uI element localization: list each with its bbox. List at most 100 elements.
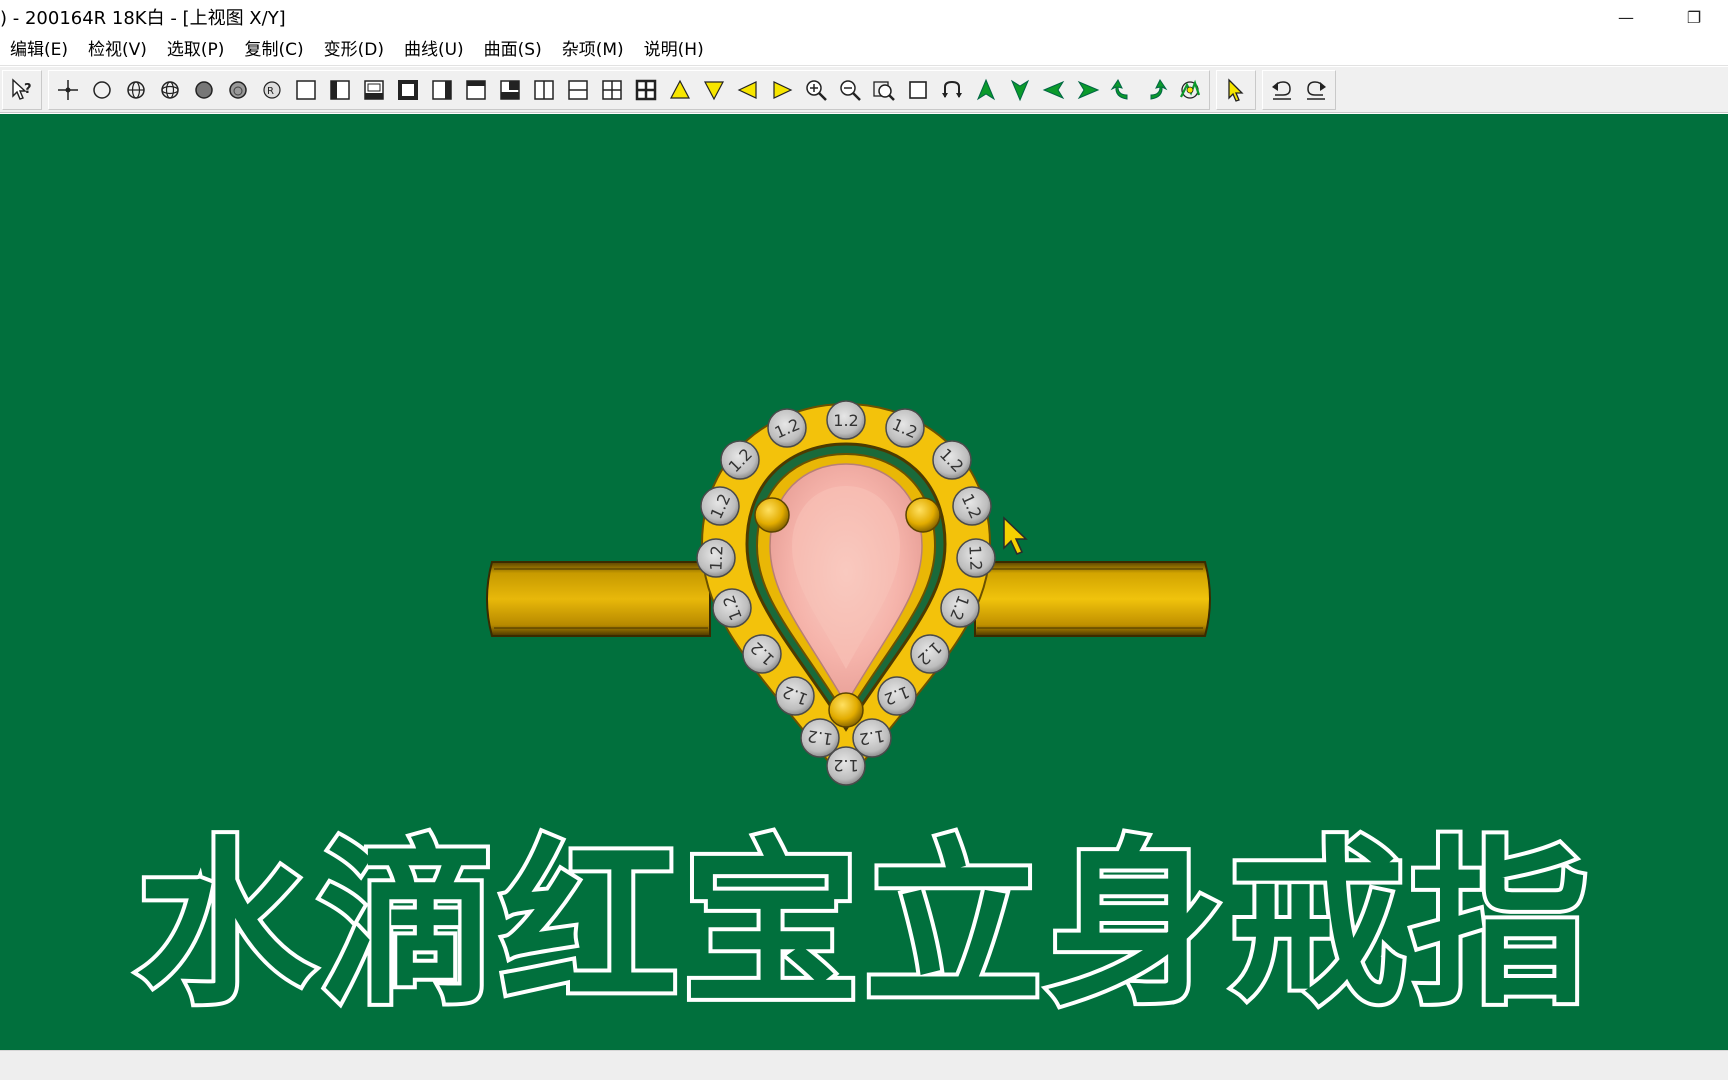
zoom-window-icon <box>873 80 895 101</box>
view-left-panel-icon <box>330 79 350 100</box>
sphere-wire-button[interactable] <box>119 72 153 108</box>
pan-button[interactable] <box>935 72 969 108</box>
rotate-ccw-icon <box>1110 78 1128 100</box>
view-left-panel-button[interactable] <box>323 72 357 108</box>
select-pointer-button[interactable] <box>1219 72 1253 108</box>
menu-surface[interactable]: 曲面(S) <box>474 35 552 65</box>
view-top-bar-button[interactable] <box>459 72 493 108</box>
rotate-ccw-button[interactable] <box>1105 72 1139 108</box>
menu-view[interactable]: 检视(V) <box>78 35 157 65</box>
rotate-right-button[interactable] <box>1071 72 1105 108</box>
view-bold-frame-icon <box>398 79 418 100</box>
zoom-out-button[interactable] <box>833 72 867 108</box>
halo-diamond: 1.2 <box>800 718 840 758</box>
view-reset-button[interactable] <box>1173 72 1207 108</box>
video-caption: 水滴红宝立身戒指 <box>0 794 1728 1032</box>
single-view-button[interactable] <box>289 72 323 108</box>
point-icon <box>58 79 78 100</box>
sphere-solid-button[interactable] <box>187 72 221 108</box>
view-bottom-panel-button[interactable] <box>357 72 391 108</box>
top-view-viewport[interactable]: 1.2 1.2 1.2 1.2 1.2 1.2 1.2 1.2 1.2 1.2 1.2 1.2 1.2 1… <box>0 114 1728 1050</box>
view-bottom-bar-icon <box>500 79 520 100</box>
diamond-size-label: 1.2 <box>965 545 985 571</box>
toolbar: ? R <box>0 67 1728 113</box>
sphere-grid-button[interactable] <box>153 72 187 108</box>
arrow-down-button[interactable] <box>697 72 731 108</box>
menu-curve[interactable]: 曲线(U) <box>394 35 474 65</box>
view-bottom-bar-button[interactable] <box>493 72 527 108</box>
zoom-box-button[interactable] <box>901 72 935 108</box>
restore-icon: ❐ <box>1686 7 1702 27</box>
menu-edit[interactable]: 编辑(E) <box>0 35 78 65</box>
menu-select[interactable]: 选取(P) <box>157 35 235 65</box>
halo-diamond: 1.2 <box>877 676 917 716</box>
caption-text: 水滴红宝立身戒指 <box>132 817 1592 1032</box>
prong-bottom <box>828 692 864 728</box>
undo-button[interactable] <box>1265 72 1299 108</box>
redo-button[interactable] <box>1299 72 1333 108</box>
single-view-icon <box>296 79 316 100</box>
restore-button[interactable]: ❐ <box>1660 0 1728 34</box>
zoom-in-button[interactable] <box>799 72 833 108</box>
view-top-bar-icon <box>466 79 486 100</box>
arrow-left-button[interactable] <box>731 72 765 108</box>
help-arrow-icon: ? <box>12 77 32 100</box>
arrow-down-icon <box>704 80 724 100</box>
halo-diamond: 1.2 <box>767 408 807 448</box>
diamond-size-label: 1.2 <box>806 726 834 749</box>
sphere-render-button[interactable]: R <box>255 72 289 108</box>
rotate-cw-button[interactable] <box>1139 72 1173 108</box>
sphere-shaded-button[interactable] <box>221 72 255 108</box>
menu-copy[interactable]: 复制(C) <box>234 35 313 65</box>
toolbar-group-display: R <box>48 69 1210 110</box>
arrow-left-icon <box>737 80 757 99</box>
view-right-panel-button[interactable] <box>425 72 459 108</box>
redo-icon <box>1307 80 1326 100</box>
split-vertical-button[interactable] <box>527 72 561 108</box>
split-four-bold-button[interactable] <box>629 72 663 108</box>
halo-diamond: 1.2 <box>940 588 980 628</box>
rotate-left-icon <box>1042 80 1065 99</box>
halo-diamond: 1.2 <box>932 440 972 480</box>
prong-right <box>905 497 941 533</box>
mouse-cursor-icon <box>1003 516 1028 555</box>
halo-diamond: 1.2 <box>826 400 866 440</box>
split-four-button[interactable] <box>595 72 629 108</box>
zoom-window-button[interactable] <box>867 72 901 108</box>
view-bold-frame-button[interactable] <box>391 72 425 108</box>
diamond-size-label: 1.2 <box>858 726 886 749</box>
circle-button[interactable] <box>85 72 119 108</box>
halo-diamond: 1.2 <box>700 486 740 526</box>
pan-icon <box>942 80 962 98</box>
halo-diamond: 1.2 <box>910 634 950 674</box>
window-controls: — ❐ <box>1592 0 1728 34</box>
help-arrow-button[interactable]: ? <box>5 72 39 108</box>
rotate-cw-icon <box>1150 78 1168 100</box>
menu-misc[interactable]: 杂项(M) <box>552 35 634 65</box>
arrow-up-button[interactable] <box>663 72 697 108</box>
halo-diamond: 1.2 <box>712 588 752 628</box>
halo-diamond: 1.2 <box>720 440 760 480</box>
halo-diamond: 1.2 <box>696 538 736 578</box>
sphere-shaded-icon <box>229 80 247 99</box>
menu-help[interactable]: 说明(H) <box>634 35 714 65</box>
toolbar-group-select <box>1216 69 1256 110</box>
title-bar: ) - 200164R 18K白 - [上视图 X/Y] — ❐ <box>0 0 1728 34</box>
rotate-up-button[interactable] <box>969 72 1003 108</box>
zoom-out-icon <box>840 79 861 101</box>
rotate-left-button[interactable] <box>1037 72 1071 108</box>
halo-diamond: 1.2 <box>956 538 996 578</box>
sphere-grid-icon <box>161 80 179 99</box>
menu-transform[interactable]: 变形(D) <box>314 35 394 65</box>
split-four-bold-icon <box>635 79 657 100</box>
undo-icon <box>1272 80 1291 100</box>
app-window: ) - 200164R 18K白 - [上视图 X/Y] — ❐ 编辑(E) 检… <box>0 0 1728 1080</box>
view-reset-icon <box>1180 79 1201 99</box>
toolbar-group-help: ? <box>2 69 42 110</box>
status-bar <box>0 1050 1728 1080</box>
rotate-down-button[interactable] <box>1003 72 1037 108</box>
minimize-button[interactable]: — <box>1592 0 1660 34</box>
point-button[interactable] <box>51 72 85 108</box>
arrow-right-button[interactable] <box>765 72 799 108</box>
split-horizontal-button[interactable] <box>561 72 595 108</box>
